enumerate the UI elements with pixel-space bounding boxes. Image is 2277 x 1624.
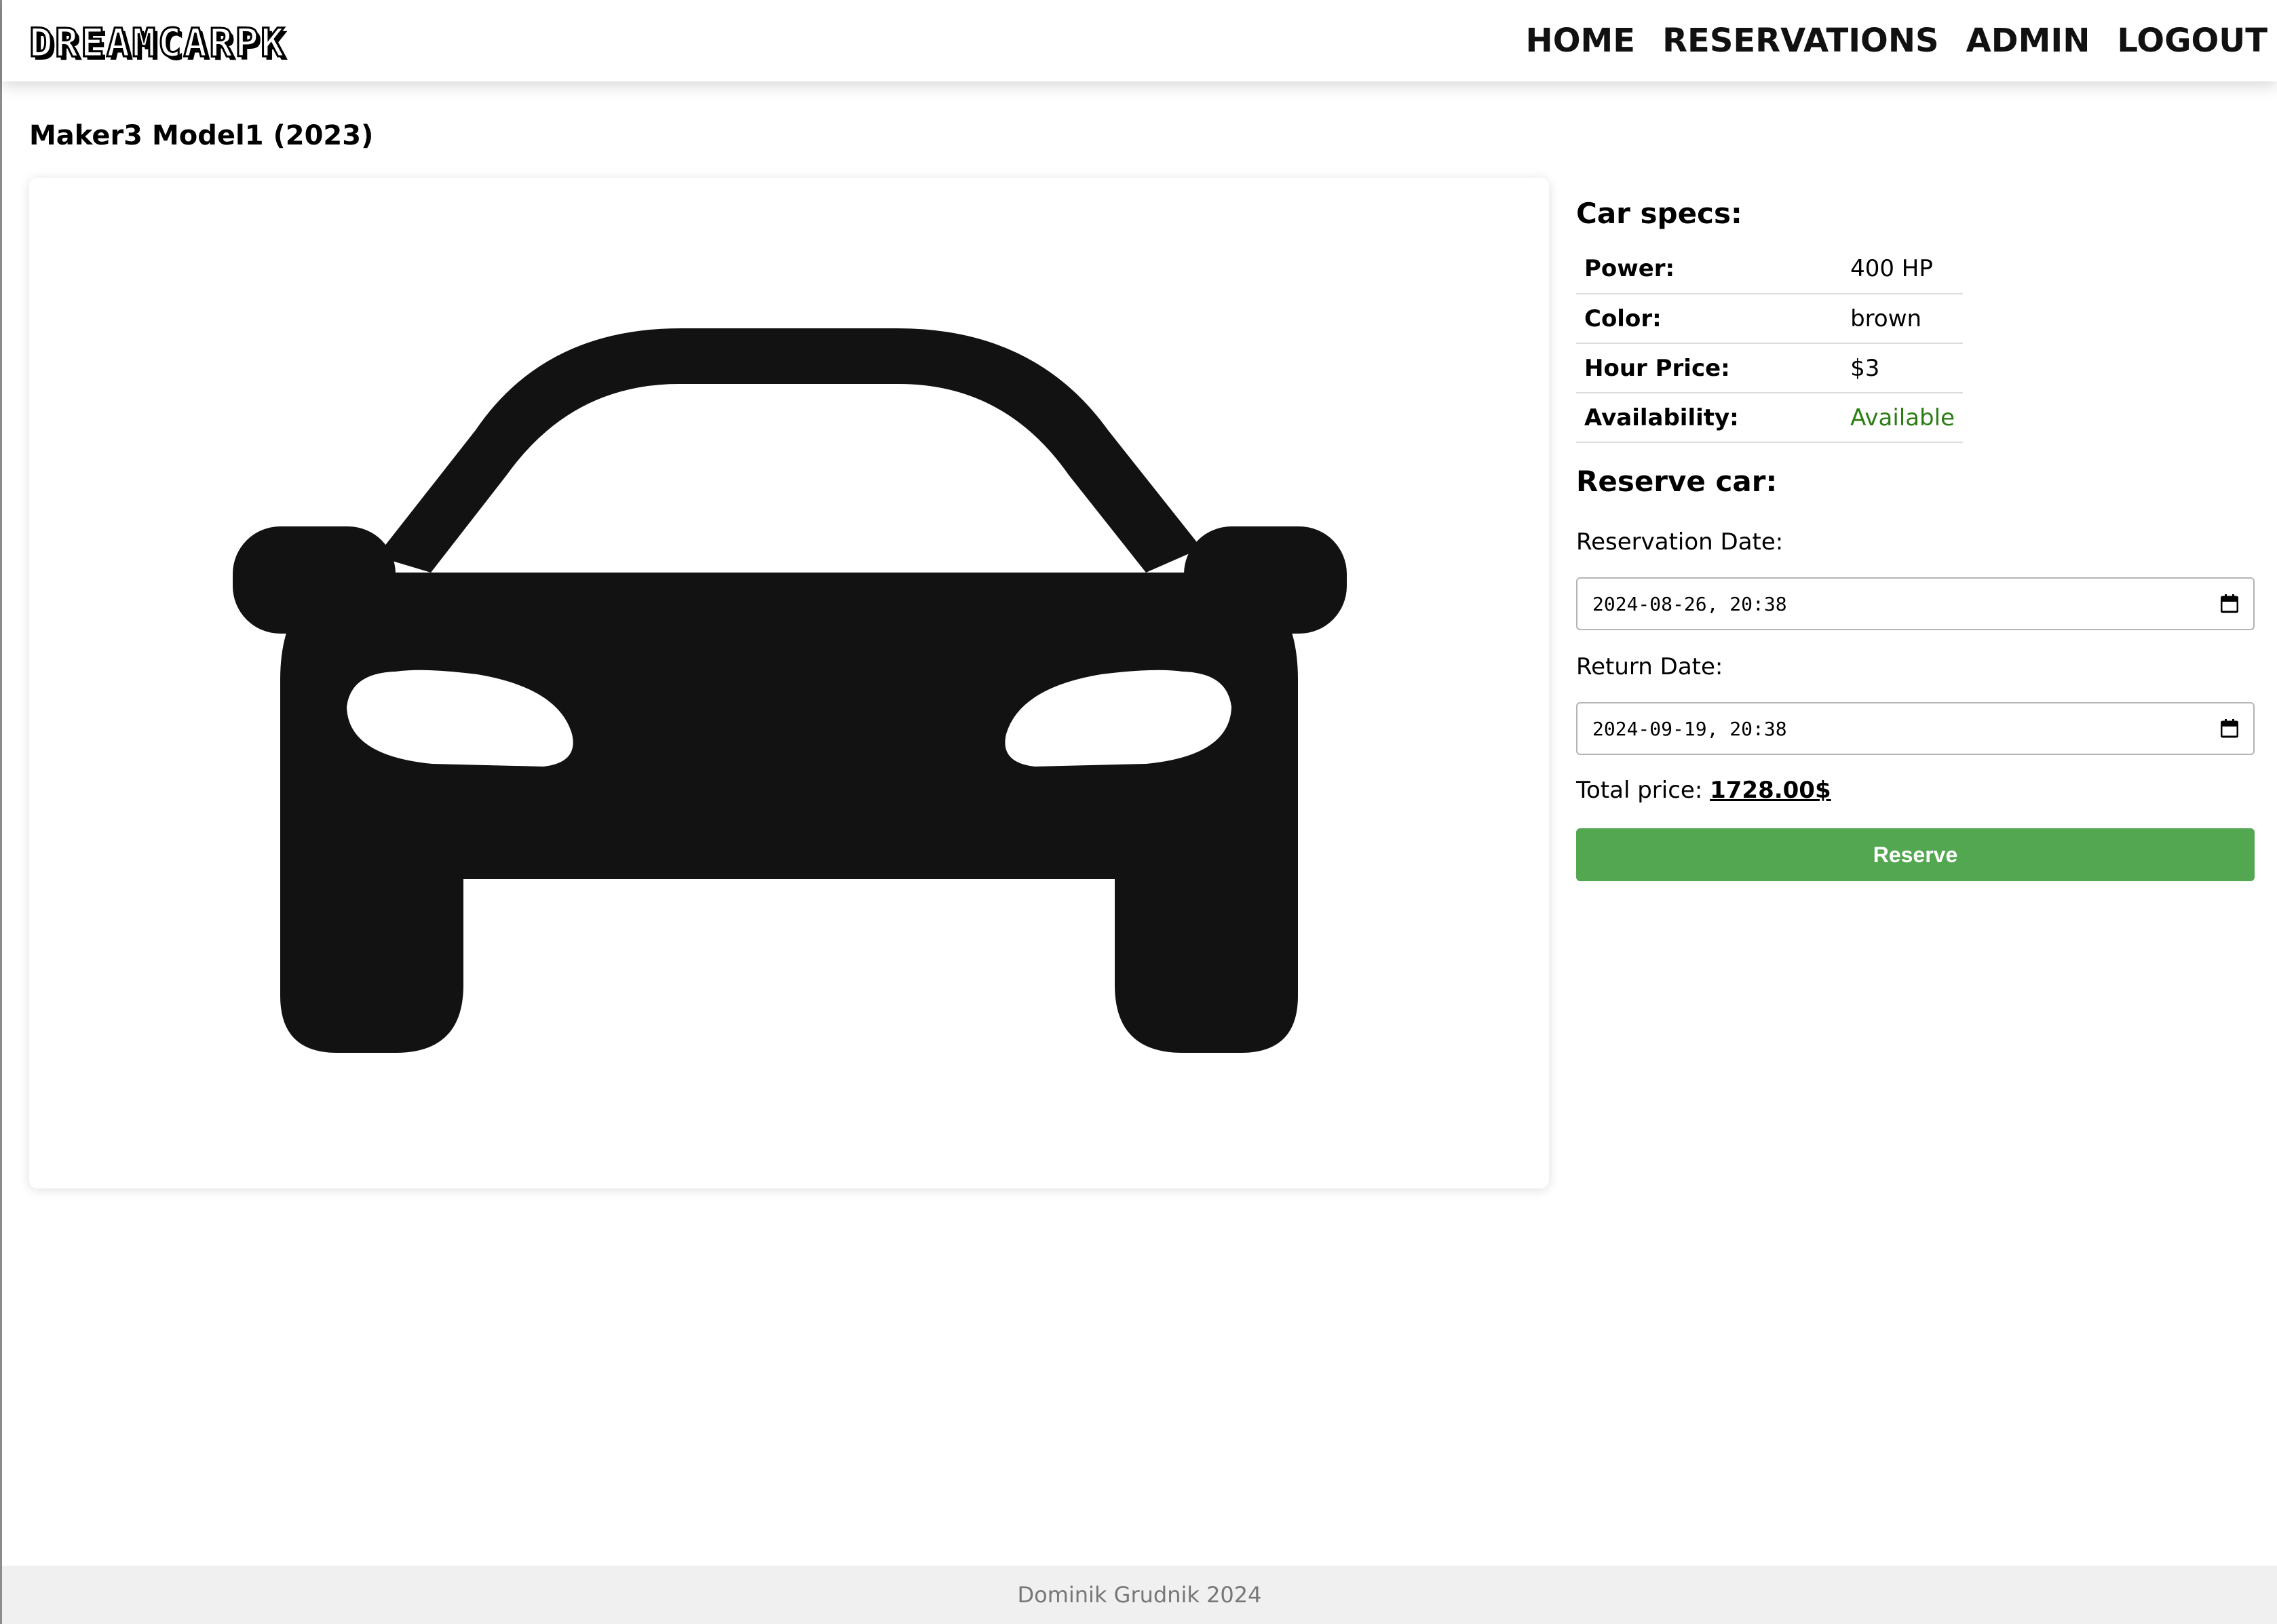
- nav-home-link[interactable]: HOME: [1526, 16, 1636, 65]
- specs-heading: Car specs:: [1576, 197, 1742, 230]
- nav-logout-link[interactable]: LOGOUT: [2117, 16, 2268, 65]
- top-navbar: DREAMCARPK HOME RESERVATIONS ADMIN LOGOU…: [2, 0, 2277, 81]
- site-logo[interactable]: DREAMCARPK: [28, 19, 286, 67]
- reservation-panel: Car specs: Power: 400 HP Color: brown Ho…: [1576, 190, 2256, 881]
- footer: Dominik Grudnik 2024: [2, 1566, 2277, 1624]
- footer-credit: Dominik Grudnik 2024: [1017, 1582, 1262, 1608]
- reservation-date-input[interactable]: 2024-08-26, 20:38: [1576, 577, 2255, 630]
- return-date-input[interactable]: 2024-09-19, 20:38: [1576, 702, 2255, 755]
- car-title: Maker3 Model1 (2023): [29, 120, 374, 151]
- spec-row-color: Color: brown: [1576, 294, 1963, 344]
- reservation-date-value: 2024-08-26, 20:38: [1592, 592, 1787, 615]
- spec-label: Hour Price:: [1576, 343, 1843, 393]
- reserve-button[interactable]: Reserve: [1576, 828, 2255, 881]
- return-date-value: 2024-09-19, 20:38: [1592, 717, 1787, 740]
- spec-value: $3: [1842, 343, 1963, 393]
- return-date-label: Return Date:: [1576, 653, 1723, 680]
- spec-label: Power:: [1576, 244, 1843, 294]
- spec-value: 400 HP: [1842, 244, 1963, 294]
- spec-value: brown: [1842, 294, 1963, 344]
- spec-row-power: Power: 400 HP: [1576, 244, 1963, 294]
- spec-row-hour-price: Hour Price: $3: [1576, 343, 1963, 393]
- nav-reservations-link[interactable]: RESERVATIONS: [1662, 16, 1939, 65]
- nav-admin-link[interactable]: ADMIN: [1966, 16, 2090, 65]
- calendar-icon[interactable]: [2221, 719, 2238, 738]
- spec-label: Color:: [1576, 294, 1843, 344]
- total-price-label: Total price:: [1576, 777, 1703, 804]
- reservation-date-label: Reservation Date:: [1576, 528, 1784, 556]
- main-nav: HOME RESERVATIONS ADMIN LOGOUT: [1526, 16, 2268, 65]
- specs-table: Power: 400 HP Color: brown Hour Price: $…: [1576, 244, 1963, 443]
- total-price: Total price: 1728.00$: [1576, 771, 2256, 809]
- total-price-value: 1728.00$: [1710, 777, 1831, 804]
- availability-status: Available: [1842, 393, 1963, 443]
- spec-label: Availability:: [1576, 393, 1843, 443]
- spec-row-availability: Availability: Available: [1576, 393, 1963, 443]
- car-image-card: [29, 178, 1549, 1188]
- car-front-icon: [233, 328, 1347, 1053]
- reserve-heading: Reserve car:: [1576, 465, 1778, 498]
- calendar-icon[interactable]: [2221, 594, 2238, 613]
